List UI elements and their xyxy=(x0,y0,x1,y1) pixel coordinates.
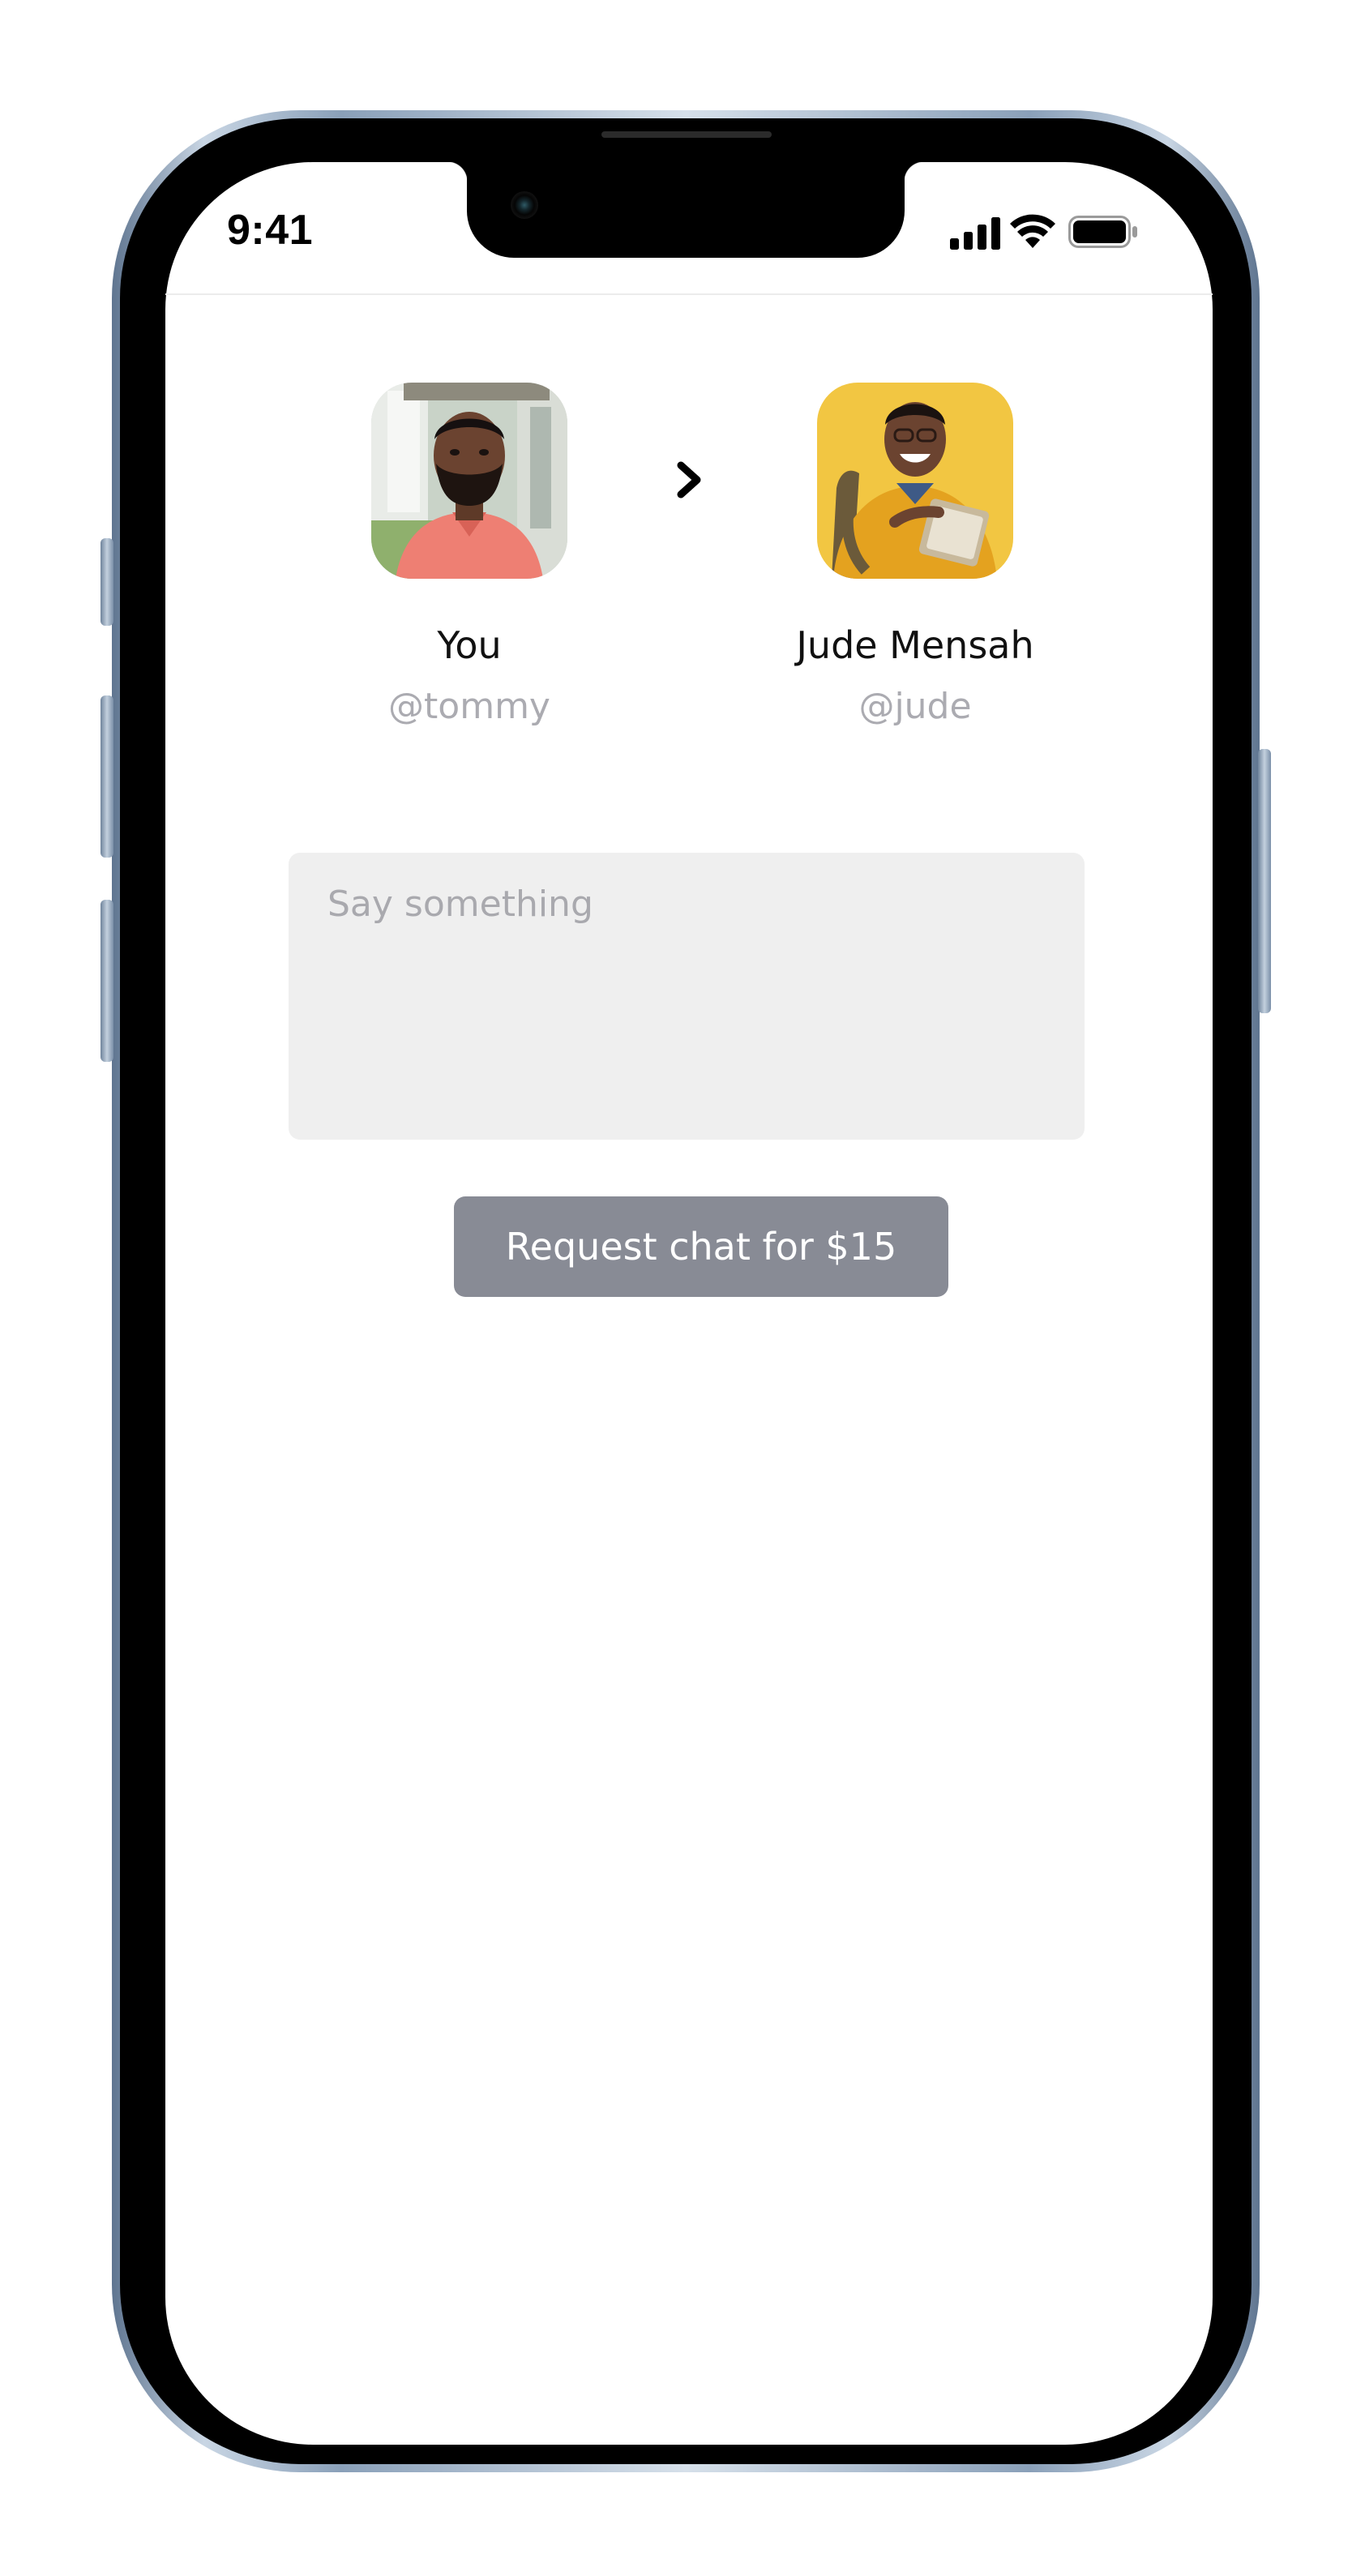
chevron-right-icon xyxy=(677,461,701,499)
sender-name: You xyxy=(437,623,502,667)
message-input[interactable] xyxy=(289,853,1085,1140)
recipient-name: Jude Mensah xyxy=(796,623,1034,667)
wifi-icon xyxy=(1010,214,1055,248)
recipient-avatar xyxy=(817,383,1013,579)
volume-up-button xyxy=(101,695,113,858)
recipient-avatar-photo xyxy=(817,383,1013,579)
volume-down-button xyxy=(101,900,113,1062)
speaker-grille xyxy=(601,131,772,138)
recipient-handle: @jude xyxy=(858,686,972,727)
power-button xyxy=(1258,749,1271,1013)
front-camera xyxy=(511,191,538,219)
signal-icon xyxy=(950,217,1000,250)
sender-handle: @tommy xyxy=(388,686,550,727)
screen xyxy=(165,162,1213,2445)
battery-icon xyxy=(1068,216,1137,248)
status-time: 9:41 xyxy=(227,207,314,254)
sender-avatar xyxy=(371,383,567,579)
status-bar-divider xyxy=(165,293,1213,295)
sender-avatar-photo xyxy=(371,383,567,579)
silent-switch xyxy=(101,538,113,626)
request-chat-button[interactable]: Request chat for $15 xyxy=(454,1196,948,1297)
